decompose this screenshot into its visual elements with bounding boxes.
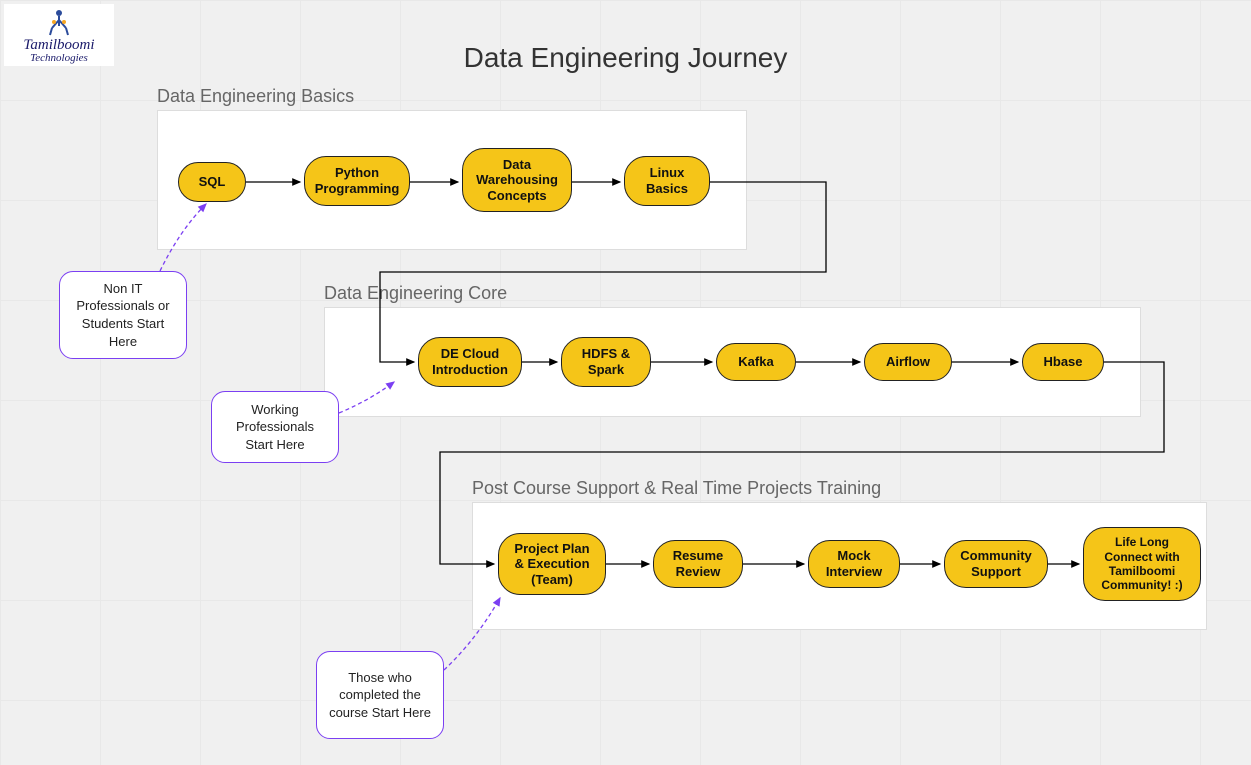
- node-decloud: DE Cloud Introduction: [418, 337, 522, 387]
- node-hdfs-spark: HDFS & Spark: [561, 337, 651, 387]
- node-linux: Linux Basics: [624, 156, 710, 206]
- stage-label-basics: Data Engineering Basics: [157, 86, 354, 107]
- node-sql: SQL: [178, 162, 246, 202]
- node-hbase: Hbase: [1022, 343, 1104, 381]
- node-mock: Mock Interview: [808, 540, 900, 588]
- stage-label-core: Data Engineering Core: [324, 283, 507, 304]
- node-project-plan: Project Plan & Execution (Team): [498, 533, 606, 595]
- node-airflow: Airflow: [864, 343, 952, 381]
- node-python: Python Programming: [304, 156, 410, 206]
- callout-completed: Those who completed the course Start Her…: [316, 651, 444, 739]
- callout-nonit: Non IT Professionals or Students Start H…: [59, 271, 187, 359]
- node-community: Community Support: [944, 540, 1048, 588]
- logo-icon: [44, 8, 74, 36]
- callout-working: Working Professionals Start Here: [211, 391, 339, 463]
- node-resume: Resume Review: [653, 540, 743, 588]
- node-lifelong: Life Long Connect with Tamilboomi Commun…: [1083, 527, 1201, 601]
- stage-label-post: Post Course Support & Real Time Projects…: [472, 478, 881, 499]
- node-kafka: Kafka: [716, 343, 796, 381]
- node-dwh: Data Warehousing Concepts: [462, 148, 572, 212]
- page-title: Data Engineering Journey: [0, 42, 1251, 74]
